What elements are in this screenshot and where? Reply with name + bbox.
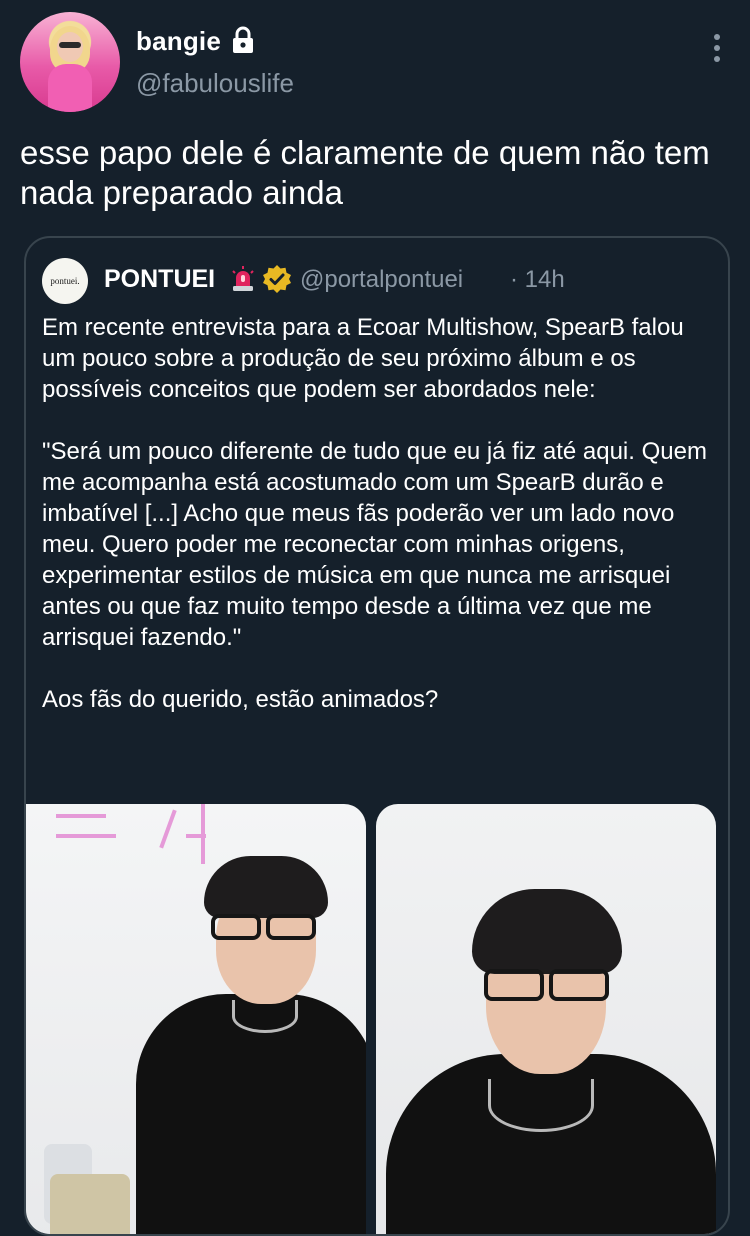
quoted-author-handle[interactable]: @portalpontuei	[300, 266, 463, 294]
author-display-name[interactable]: bangie	[136, 26, 221, 57]
more-vertical-icon[interactable]	[710, 34, 724, 70]
tweet-header: bangie @fabulouslife	[20, 12, 730, 112]
tweet-text: esse papo dele é claramente de quem não …	[20, 134, 710, 211]
quoted-tweet-media[interactable]	[26, 804, 728, 1234]
quoted-author-avatar[interactable]: pontuei.	[42, 258, 88, 304]
author-handle[interactable]: @fabulouslife	[136, 68, 294, 99]
media-photo-right[interactable]	[376, 804, 716, 1234]
quoted-tweet-text: Em recente entrevista para a Ecoar Multi…	[42, 314, 707, 713]
author-avatar[interactable]	[20, 12, 120, 112]
media-photo-left[interactable]	[26, 804, 366, 1234]
quoted-tweet[interactable]: pontuei. PONTUEI @portalpontuei · 14h Em…	[24, 236, 730, 1236]
quoted-author-name[interactable]: PONTUEI	[104, 265, 215, 294]
verified-badge-icon	[263, 265, 291, 293]
siren-icon	[232, 266, 254, 291]
lock-icon	[233, 26, 253, 53]
quoted-tweet-time[interactable]: · 14h	[510, 266, 565, 294]
